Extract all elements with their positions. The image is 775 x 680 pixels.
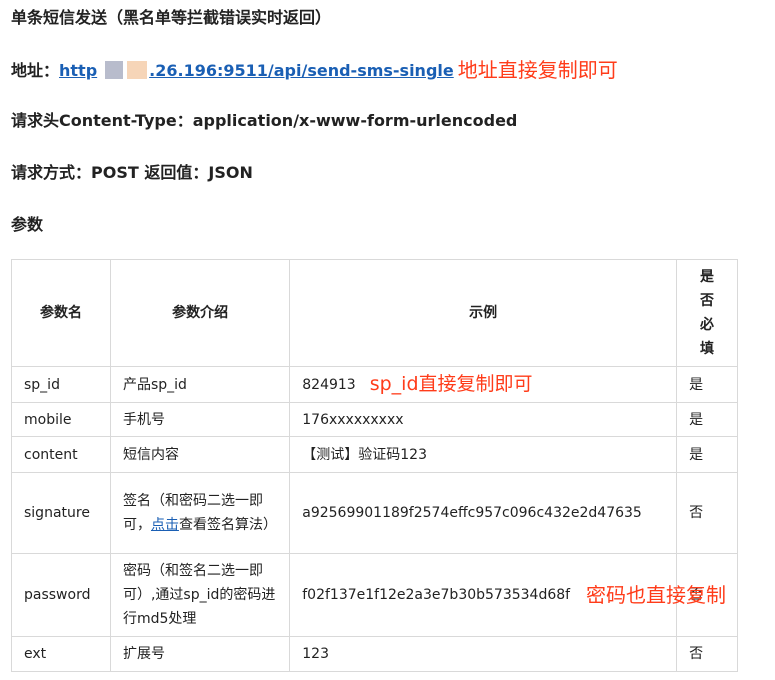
param-desc: 扩展号 [109,636,291,672]
content-type-label: 请求头Content-Type： [11,111,193,130]
header-required-char: 是 [700,269,715,285]
url-end: .26.196:9511/api/send-sms-single [149,61,454,80]
param-name: mobile [11,402,111,437]
param-name: signature [11,472,111,554]
page-title: 单条短信发送（黑名单等拦截错误实时返回） [11,8,332,27]
param-required: 否 [676,636,738,672]
param-example: 123 [289,636,678,672]
param-required: 否 [676,472,738,554]
header-required-char: 否 [700,293,715,309]
content-type-value: application/x-www-form-urlencoded [192,111,518,130]
method-value: POST [91,163,139,182]
param-desc: 产品sp_id [109,366,291,403]
sp-id-annotation: sp_id直接复制即可 [369,373,533,395]
header-desc: 参数介绍 [109,259,291,367]
header-example: 示例 [289,259,678,367]
param-example: 176xxxxxxxxx [289,402,678,437]
redacted-block [105,61,124,79]
table-row: mobile 手机号 176xxxxxxxxx 是 [11,402,738,437]
param-required: 是 [676,436,738,473]
param-name: password [11,553,111,637]
header-name: 参数名 [11,259,111,367]
param-example: 824913 sp_id直接复制即可 [289,366,678,403]
param-name: ext [11,636,111,672]
params-table: 参数名 参数介绍 示例 是 否 必 填 sp_id 产品sp_id 824913… [11,259,738,672]
url-start: http [59,61,98,80]
param-required: 是 [676,402,738,437]
header-required-char: 必 [700,317,715,333]
method-line: 请求方式：POST 返回值：JSON [11,163,253,183]
redacted-block [127,61,148,79]
password-annotation: 密码也直接复制 [586,583,726,607]
signature-desc-suffix: 查看签名算法） [178,517,277,533]
content-type-line: 请求头Content-Type：application/x-www-form-u… [11,111,517,131]
param-desc: 签名（和密码二选一即可，点击查看签名算法） [109,472,291,554]
table-header-row: 参数名 参数介绍 示例 是 否 必 填 [11,259,738,367]
param-desc: 手机号 [109,402,291,437]
api-url-link[interactable]: http .26.196:9511/api/send-sms-single [59,61,454,80]
param-name: content [11,436,111,473]
param-required: 是 [676,366,738,403]
address-line: 地址：http .26.196:9511/api/send-sms-single 地… [11,60,618,81]
address-label: 地址： [11,61,60,80]
signature-algorithm-link[interactable]: 点击 [151,517,179,533]
param-name: sp_id [11,366,111,403]
table-row: signature 签名（和密码二选一即可，点击查看签名算法） a9256990… [11,472,738,554]
param-desc: 密码（和签名二选一即可）,通过sp_id的密码进行md5处理 [109,553,291,637]
params-heading: 参数 [11,215,44,234]
address-annotation: 地址直接复制即可 [457,58,618,82]
table-row: ext 扩展号 123 否 [11,636,738,672]
return-label: 返回值： [144,163,209,182]
header-required: 是 否 必 填 [676,259,738,367]
param-example: 【测试】验证码123 [289,436,678,473]
return-value: JSON [208,163,253,182]
header-required-char: 填 [700,341,715,357]
param-example: a92569901189f2574effc957c096c432e2d47635 [289,472,678,554]
table-row: content 短信内容 【测试】验证码123 是 [11,436,738,473]
table-row: sp_id 产品sp_id 824913 sp_id直接复制即可 是 [11,366,738,403]
example-value: 824913 [302,377,356,393]
param-desc: 短信内容 [109,436,291,473]
method-label: 请求方式： [11,163,92,182]
